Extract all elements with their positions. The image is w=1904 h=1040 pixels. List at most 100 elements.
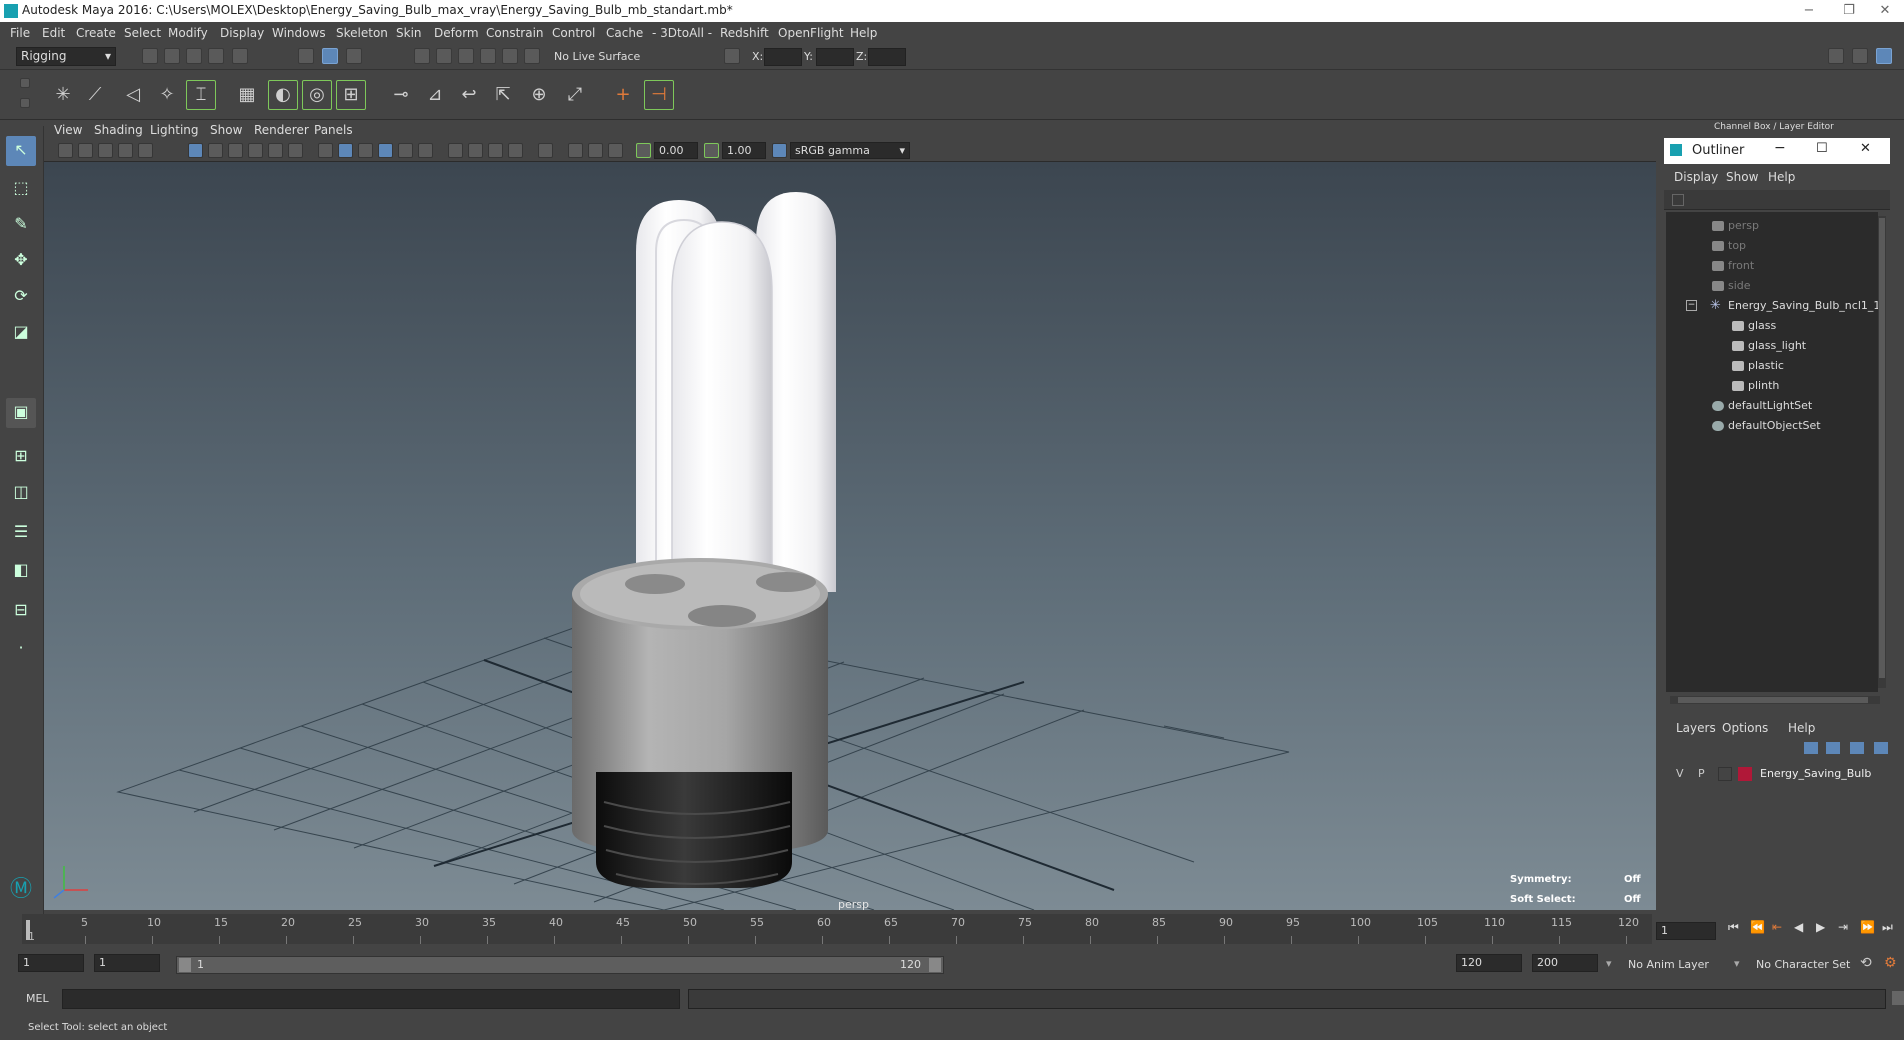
character-set-dropdown[interactable]: No Character Set	[1756, 958, 1850, 971]
ik-handle-icon[interactable]: ⟋	[80, 80, 110, 110]
outliner-item-group[interactable]: − ✳ Energy_Saving_Bulb_ncl1_1	[1666, 296, 1880, 316]
z-field[interactable]	[868, 48, 906, 66]
current-frame-field[interactable]: 1	[1656, 922, 1716, 940]
lights-icon[interactable]	[398, 143, 413, 158]
scroll-thumb[interactable]	[1678, 697, 1868, 703]
image-plane-icon[interactable]	[118, 143, 133, 158]
quick-layout-stack-icon[interactable]: ☰	[6, 518, 36, 548]
script-language-label[interactable]: MEL	[26, 992, 49, 1005]
wireframe-icon[interactable]	[318, 143, 333, 158]
motion-blur-icon[interactable]	[468, 143, 483, 158]
attribute-editor-toggle-icon[interactable]	[1876, 48, 1892, 64]
mode-dropdown[interactable]: Rigging ▾	[16, 47, 116, 66]
open-scene-icon[interactable]	[164, 48, 180, 64]
outliner-menu-help[interactable]: Help	[1768, 170, 1795, 184]
set-key-icon[interactable]: ⊣	[644, 80, 674, 110]
live-surface-label[interactable]: No Live Surface	[554, 50, 640, 63]
parent-constraint-icon[interactable]: ⊕	[524, 80, 554, 110]
outliner-item-front[interactable]: front	[1666, 256, 1878, 276]
menu-redshift[interactable]: Redshift	[720, 26, 769, 40]
scroll-thumb[interactable]	[1879, 218, 1885, 678]
rotate-tool-icon[interactable]: ⟳	[6, 282, 36, 312]
quick-layout-three-icon[interactable]: ◧	[6, 556, 36, 586]
layer-playback-toggle[interactable]: P	[1698, 767, 1705, 780]
command-input[interactable]	[62, 989, 680, 1009]
dof-icon[interactable]	[508, 143, 523, 158]
vp-menu-panels[interactable]: Panels	[314, 123, 353, 137]
x-field[interactable]	[764, 48, 802, 66]
gate-mask-icon[interactable]	[248, 143, 263, 158]
layer-visibility-toggle[interactable]: V	[1676, 767, 1684, 780]
lasso-tool-icon[interactable]: ⬚	[6, 174, 36, 204]
layer-move-up-icon[interactable]	[1804, 742, 1818, 754]
vp-menu-lighting[interactable]: Lighting	[150, 123, 199, 137]
wrap-icon[interactable]: ◐	[268, 80, 298, 110]
lattice-icon[interactable]: ▦	[232, 80, 262, 110]
preferences-icon[interactable]: ⚙	[1884, 955, 1897, 971]
undo-icon[interactable]	[208, 48, 224, 64]
vp-menu-shading[interactable]: Shading	[94, 123, 143, 137]
new-layer-icon[interactable]	[1850, 742, 1864, 754]
step-forward-key-icon[interactable]: ⇥	[1838, 920, 1848, 934]
menu-create[interactable]: Create	[76, 26, 116, 40]
film-gate-icon[interactable]	[208, 143, 223, 158]
outliner-item-glass-light[interactable]: glass_light	[1666, 336, 1878, 356]
smooth-shade-icon[interactable]	[338, 143, 353, 158]
vp-menu-show[interactable]: Show	[210, 123, 242, 137]
gamma-icon[interactable]	[704, 143, 719, 158]
quick-layout-outliner-icon[interactable]: ⊟	[6, 596, 36, 626]
layer-type-toggle[interactable]	[1718, 767, 1732, 781]
step-forward-icon[interactable]: ⏩	[1860, 920, 1875, 934]
menu-modify[interactable]: Modify	[168, 26, 208, 40]
range-start-handle[interactable]	[179, 958, 191, 972]
menu-windows[interactable]: Windows	[272, 26, 326, 40]
end-time-field[interactable]: 200	[1532, 954, 1598, 972]
ssao-icon[interactable]	[448, 143, 463, 158]
menu-control[interactable]: Control	[552, 26, 595, 40]
resolution-gate-icon[interactable]	[228, 143, 243, 158]
viewport-3d[interactable]: persp Symmetry: Off Soft Select: Off	[44, 162, 1656, 910]
menu-edit[interactable]: Edit	[42, 26, 65, 40]
quick-layout-four-icon[interactable]: ⊞	[6, 442, 36, 472]
quick-layout-single-icon[interactable]: ▣	[6, 398, 36, 428]
outliner-item-persp[interactable]: persp	[1666, 216, 1878, 236]
isolate-select-icon[interactable]	[538, 143, 553, 158]
select-object-icon[interactable]	[322, 48, 338, 64]
safe-action-icon[interactable]	[288, 143, 303, 158]
chevron-down-icon[interactable]: ▾	[1606, 957, 1612, 970]
menu-cache[interactable]: Cache	[606, 26, 643, 40]
outliner-minimize-button[interactable]: −	[1774, 140, 1786, 156]
layer-move-down-icon[interactable]	[1826, 742, 1840, 754]
menu-skin[interactable]: Skin	[396, 26, 422, 40]
grease-pencil-icon[interactable]	[138, 143, 153, 158]
menu-skeleton[interactable]: Skeleton	[336, 26, 388, 40]
snap-grid-icon[interactable]	[414, 48, 430, 64]
point-constraint-icon[interactable]: ⊸	[386, 80, 416, 110]
menu-file[interactable]: File	[10, 26, 30, 40]
scale-tool-icon[interactable]: ◪	[6, 318, 36, 348]
orient-constraint-icon[interactable]: ↩	[454, 80, 484, 110]
snap-magnet-icon[interactable]	[524, 48, 540, 64]
vp-menu-view[interactable]: View	[54, 123, 82, 137]
joint-tool-icon[interactable]: ✳	[48, 80, 78, 110]
outliner-search-input[interactable]	[1664, 190, 1890, 210]
scale-constraint-icon[interactable]: ⇱	[488, 80, 518, 110]
outliner-item-side[interactable]: side	[1666, 276, 1878, 296]
bind-skin-icon[interactable]: ✧	[152, 80, 182, 110]
xray-components-icon[interactable]	[608, 143, 623, 158]
camera-attr-icon[interactable]	[78, 143, 93, 158]
filter-icon[interactable]	[1672, 194, 1684, 206]
channel-box-toggle-icon[interactable]	[1852, 48, 1868, 64]
chevron-down-icon[interactable]: ▾	[1734, 957, 1740, 970]
script-editor-icon[interactable]	[1892, 991, 1904, 1005]
step-back-key-icon[interactable]: ⇤	[1772, 920, 1782, 934]
new-scene-icon[interactable]	[142, 48, 158, 64]
color-management-icon[interactable]	[772, 143, 787, 158]
start-time-field[interactable]: 1	[18, 954, 84, 972]
cluster-icon[interactable]: ⌶	[186, 80, 216, 110]
textured-icon[interactable]	[378, 143, 393, 158]
anim-start-field[interactable]: 1	[94, 954, 160, 972]
layers-menu-options[interactable]: Options	[1722, 721, 1768, 735]
outliner-item-defaultlightset[interactable]: defaultLightSet	[1666, 396, 1878, 416]
blendshape-icon[interactable]: ⊞	[336, 80, 366, 110]
